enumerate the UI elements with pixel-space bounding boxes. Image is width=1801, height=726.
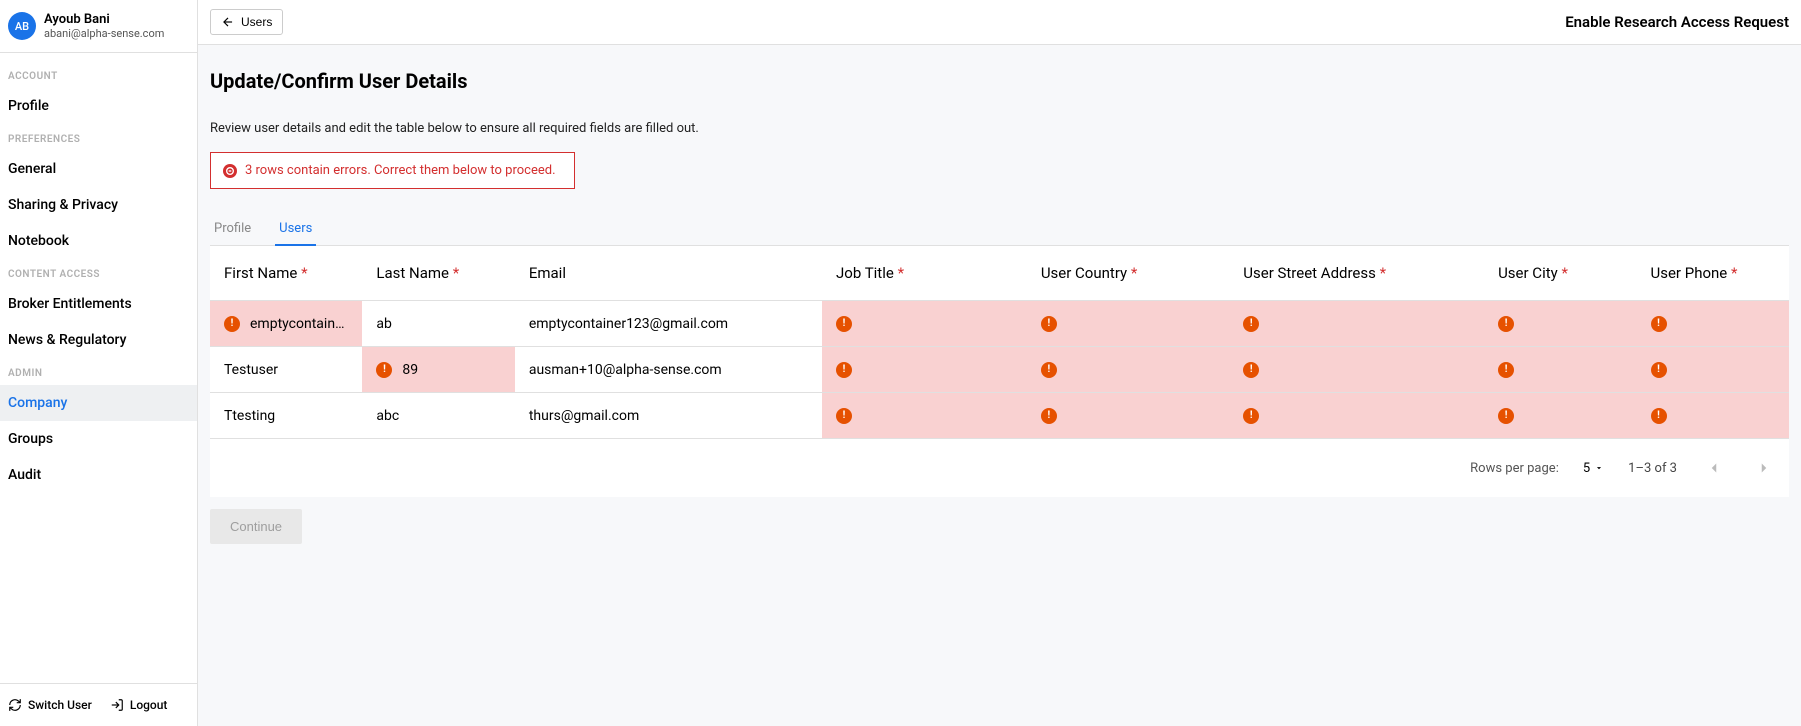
section-label-account: ACCOUNT <box>0 61 197 88</box>
back-button[interactable]: Users <box>210 9 283 35</box>
page-subtext: Review user details and edit the table b… <box>210 121 1789 136</box>
error-icon: ! <box>1498 408 1514 424</box>
cell-city[interactable]: ! <box>1484 347 1636 392</box>
topbar: Users Enable Research Access Request <box>198 0 1801 45</box>
avatar: AB <box>8 12 36 40</box>
table-row[interactable]: Ttestingabcthurs@gmail.com!!!!! <box>210 393 1789 439</box>
chevron-down-icon <box>1594 463 1604 473</box>
page-title: Enable Research Access Request <box>1565 13 1789 31</box>
error-banner: 3 rows contain errors. Correct them belo… <box>210 152 575 189</box>
pager-prev[interactable] <box>1701 459 1727 477</box>
error-icon: ! <box>836 316 852 332</box>
sidebar-item-notebook[interactable]: Notebook <box>0 223 197 259</box>
sidebar-item-groups[interactable]: Groups <box>0 421 197 457</box>
error-icon: ! <box>224 316 240 332</box>
col-last-name: Last Name * <box>362 246 514 301</box>
cell-first-name[interactable]: Ttesting <box>210 393 362 438</box>
col-city: User City * <box>1484 246 1636 301</box>
tab-users[interactable]: Users <box>275 213 316 246</box>
cell-email[interactable]: emptycontainer123@gmail.com <box>515 301 822 346</box>
rows-per-page-select[interactable]: 5 <box>1583 461 1604 476</box>
pager-range: 1–3 of 3 <box>1628 461 1677 476</box>
col-job-title: Job Title * <box>822 246 1027 301</box>
col-phone: User Phone * <box>1637 246 1790 301</box>
sidebar: AB Ayoub Bani abani@alpha-sense.com ACCO… <box>0 0 198 726</box>
error-icon: ! <box>1651 316 1667 332</box>
error-icon: ! <box>376 362 392 378</box>
error-icon: ! <box>1041 362 1057 378</box>
continue-button[interactable]: Continue <box>210 509 302 544</box>
col-first-name: First Name * <box>210 246 362 301</box>
error-banner-text: 3 rows contain errors. Correct them belo… <box>245 163 556 178</box>
swap-icon <box>8 698 22 712</box>
user-email: abani@alpha-sense.com <box>44 27 164 40</box>
pager: Rows per page: 5 1–3 of 3 <box>210 439 1789 497</box>
error-icon: ! <box>1243 362 1259 378</box>
cell-job[interactable]: ! <box>822 347 1027 392</box>
error-icon: ! <box>1651 362 1667 378</box>
cell-phone[interactable]: ! <box>1637 301 1790 346</box>
rows-per-page-label: Rows per page: <box>1470 461 1559 476</box>
col-address: User Street Address * <box>1229 246 1484 301</box>
page-heading: Update/Confirm User Details <box>210 69 1789 93</box>
logout-button[interactable]: Logout <box>110 698 168 712</box>
sidebar-item-sharing[interactable]: Sharing & Privacy <box>0 187 197 223</box>
error-icon: ! <box>1498 362 1514 378</box>
sidebar-item-general[interactable]: General <box>0 151 197 187</box>
cell-phone[interactable]: ! <box>1637 347 1790 392</box>
error-icon: ! <box>836 408 852 424</box>
sidebar-item-news[interactable]: News & Regulatory <box>0 322 197 358</box>
error-icon: ! <box>836 362 852 378</box>
switch-user-label: Switch User <box>28 698 92 712</box>
back-button-label: Users <box>241 15 272 29</box>
cell-addr[interactable]: ! <box>1229 301 1484 346</box>
table-row[interactable]: !emptycontainer_1abemptycontainer123@gma… <box>210 301 1789 347</box>
logout-icon <box>110 698 124 712</box>
cell-first-name[interactable]: Testuser <box>210 347 362 392</box>
cell-city[interactable]: ! <box>1484 301 1636 346</box>
cell-job[interactable]: ! <box>822 301 1027 346</box>
section-label-content: CONTENT ACCESS <box>0 259 197 286</box>
sidebar-item-profile[interactable]: Profile <box>0 88 197 124</box>
user-name: Ayoub Bani <box>44 12 164 27</box>
arrow-left-icon <box>221 15 235 29</box>
sidebar-item-company[interactable]: Company <box>0 385 197 421</box>
tabs: Profile Users <box>210 213 1789 246</box>
logout-label: Logout <box>130 698 168 712</box>
cell-last-name[interactable]: ab <box>362 301 514 346</box>
cell-email[interactable]: ausman+10@alpha-sense.com <box>515 347 822 392</box>
sidebar-item-audit[interactable]: Audit <box>0 457 197 493</box>
col-email: Email <box>515 246 822 301</box>
cell-job[interactable]: ! <box>822 393 1027 438</box>
cell-first-name[interactable]: !emptycontainer_1 <box>210 301 362 346</box>
cell-last-name[interactable]: abc <box>362 393 514 438</box>
table-row[interactable]: Testuser!89ausman+10@alpha-sense.com!!!!… <box>210 347 1789 393</box>
pager-next[interactable] <box>1751 459 1777 477</box>
cell-country[interactable]: ! <box>1027 393 1229 438</box>
cell-country[interactable]: ! <box>1027 347 1229 392</box>
cell-addr[interactable]: ! <box>1229 393 1484 438</box>
section-label-preferences: PREFERENCES <box>0 124 197 151</box>
error-icon: ! <box>1651 408 1667 424</box>
cell-last-name[interactable]: !89 <box>362 347 514 392</box>
switch-user-button[interactable]: Switch User <box>8 698 92 712</box>
tab-profile[interactable]: Profile <box>210 213 255 246</box>
cell-addr[interactable]: ! <box>1229 347 1484 392</box>
section-label-admin: ADMIN <box>0 358 197 385</box>
sidebar-user-header[interactable]: AB Ayoub Bani abani@alpha-sense.com <box>0 0 197 53</box>
error-banner-icon <box>223 164 237 178</box>
cell-country[interactable]: ! <box>1027 301 1229 346</box>
cell-city[interactable]: ! <box>1484 393 1636 438</box>
error-icon: ! <box>1243 316 1259 332</box>
users-table: First Name * Last Name * Email Job Title… <box>210 246 1789 497</box>
error-icon: ! <box>1041 408 1057 424</box>
cell-email[interactable]: thurs@gmail.com <box>515 393 822 438</box>
error-icon: ! <box>1243 408 1259 424</box>
col-country: User Country * <box>1027 246 1229 301</box>
error-icon: ! <box>1498 316 1514 332</box>
error-icon: ! <box>1041 316 1057 332</box>
cell-phone[interactable]: ! <box>1637 393 1790 438</box>
sidebar-item-broker[interactable]: Broker Entitlements <box>0 286 197 322</box>
